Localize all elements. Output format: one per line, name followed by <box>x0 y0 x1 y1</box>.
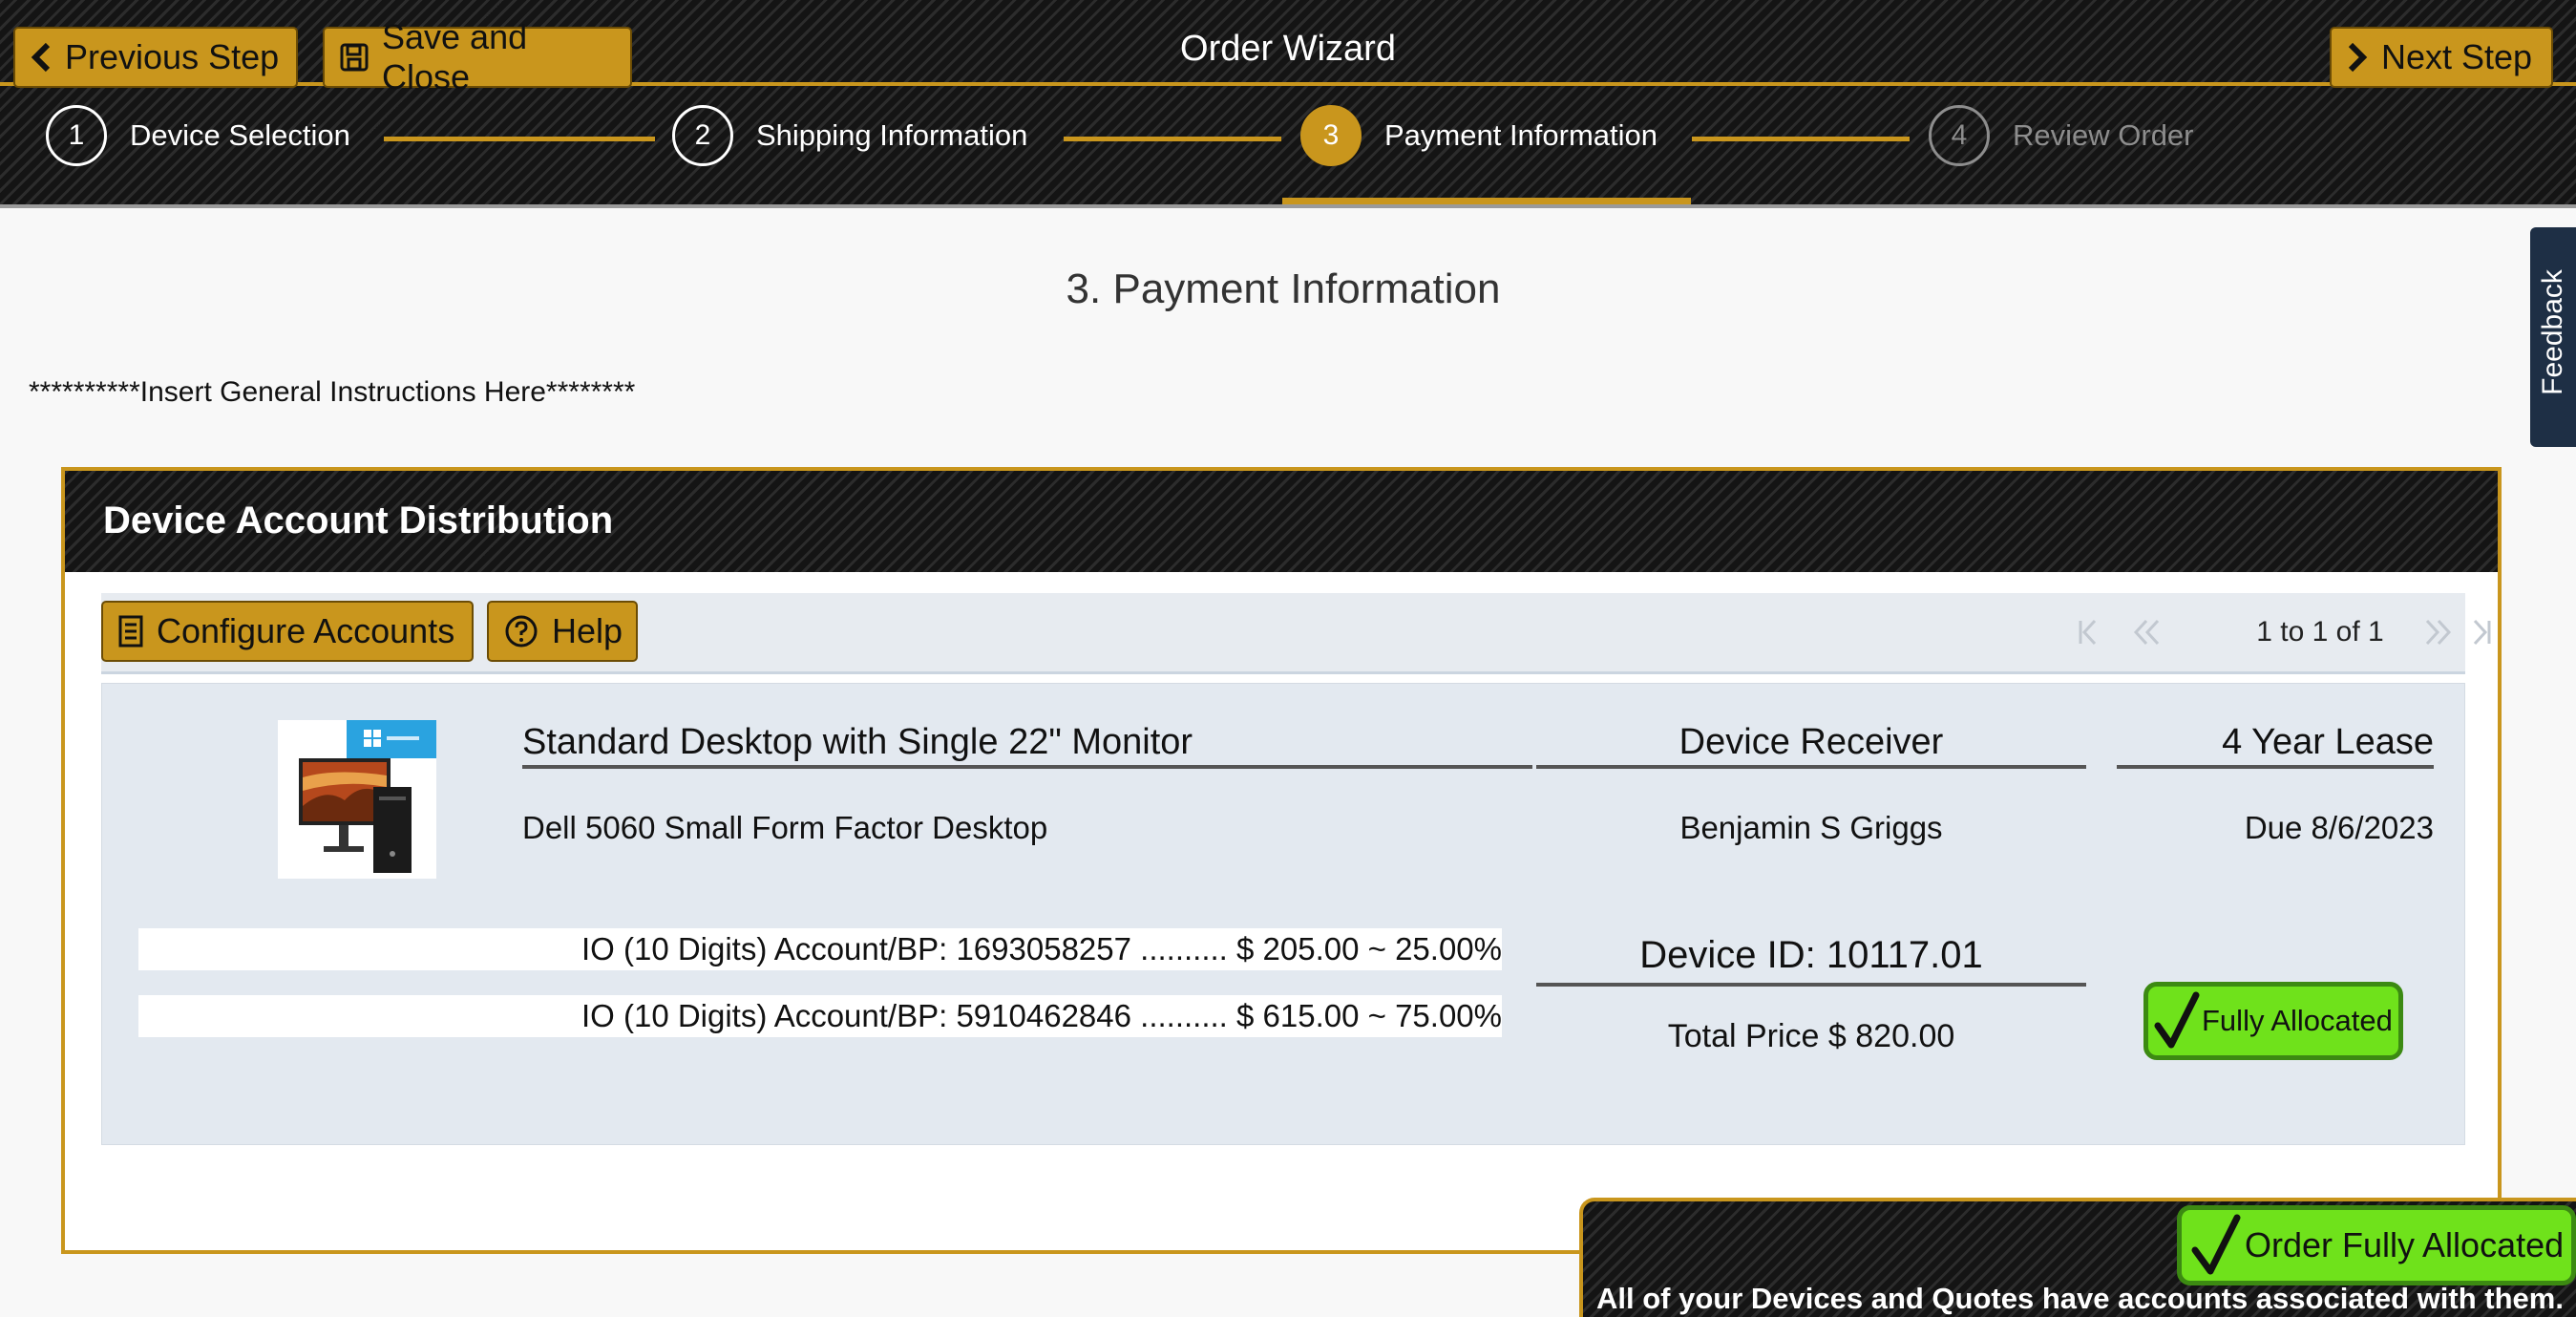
configure-accounts-button[interactable]: Configure Accounts <box>101 601 474 662</box>
step-label: Payment Information <box>1384 118 1658 152</box>
chevron-left-icon <box>31 42 51 73</box>
order-status-message: All of your Devices and Quotes have acco… <box>1596 1282 2564 1315</box>
list-icon <box>118 615 143 648</box>
previous-step-label: Previous Step <box>65 37 280 76</box>
order-fully-allocated-badge: Order Fully Allocated <box>2177 1205 2576 1285</box>
next-page-icon[interactable] <box>2421 618 2454 647</box>
step-shipping-information[interactable]: 2 Shipping Information <box>672 103 1027 168</box>
device-account-distribution-panel: Device Account Distribution Configure Ac… <box>61 467 2502 1254</box>
checkmark-icon <box>2154 991 2200 1049</box>
step-number: 2 <box>672 105 733 166</box>
step-device-selection[interactable]: 1 Device Selection <box>46 103 350 168</box>
fully-allocated-badge: Fully Allocated <box>2143 982 2403 1060</box>
general-instructions: **********Insert General Instructions He… <box>29 376 636 408</box>
device-id: Device ID: 10117.01 <box>1536 934 2086 987</box>
lease-term: 4 Year Lease <box>2117 722 2434 769</box>
order-status-label: Order Fully Allocated <box>2245 1225 2565 1264</box>
step-label: Review Order <box>2013 118 2194 152</box>
order-status-banner: Order Fully Allocated All of your Device… <box>1579 1198 2576 1317</box>
previous-page-icon[interactable] <box>2131 618 2164 647</box>
help-button[interactable]: Help <box>487 601 638 662</box>
step-connector <box>1064 137 1281 141</box>
header-bottom-border <box>0 204 2576 208</box>
first-page-icon[interactable] <box>2076 618 2101 647</box>
step-connector <box>1692 137 1910 141</box>
previous-step-button[interactable]: Previous Step <box>13 27 298 88</box>
help-label: Help <box>552 611 623 650</box>
device-title: Standard Desktop with Single 22" Monitor <box>522 722 1532 769</box>
save-and-close-button[interactable]: Save and Close <box>323 17 632 96</box>
step-number: 1 <box>46 105 107 166</box>
lease-due-date: Due 8/6/2023 <box>2244 810 2434 845</box>
account-allocation-line: IO (10 Digits) Account/BP: 1693058257 ..… <box>138 928 1502 970</box>
panel-header: Device Account Distribution <box>65 471 2498 572</box>
device-model: Dell 5060 Small Form Factor Desktop <box>522 810 1048 845</box>
save-icon <box>340 43 369 72</box>
last-page-icon[interactable] <box>2469 618 2494 647</box>
device-image <box>278 720 436 879</box>
panel-title: Device Account Distribution <box>103 499 614 542</box>
step-number: 4 <box>1929 105 1990 166</box>
save-and-close-label: Save and Close <box>382 17 528 96</box>
step-label: Shipping Information <box>756 118 1028 152</box>
wizard-header: Order Wizard Previous Step Save and Clos… <box>0 0 2576 208</box>
grid-toolbar: Configure Accounts Help 1 to 1 of 1 <box>101 593 2491 674</box>
step-payment-information[interactable]: 3 Payment Information <box>1300 103 1658 168</box>
account-allocation-line: IO (10 Digits) Account/BP: 5910462846 ..… <box>138 995 1502 1037</box>
step-number: 3 <box>1300 105 1362 166</box>
device-row: Standard Desktop with Single 22" Monitor… <box>101 683 2465 1145</box>
step-review-order: 4 Review Order <box>1929 103 2194 168</box>
pager-status: 1 to 1 of 1 <box>2256 616 2384 648</box>
feedback-tab[interactable]: Feedback <box>2530 227 2576 447</box>
checkmark-icon <box>2191 1214 2241 1275</box>
next-step-label: Next Step <box>2381 37 2533 76</box>
device-receiver-name: Benjamin S Griggs <box>1679 810 1943 845</box>
device-receiver-heading: Device Receiver <box>1536 722 2086 769</box>
allocation-status-label: Fully Allocated <box>2202 1004 2393 1037</box>
help-icon <box>505 615 538 648</box>
configure-accounts-label: Configure Accounts <box>157 611 455 650</box>
chevron-right-icon <box>2348 42 2368 73</box>
total-price: Total Price $ 820.00 <box>1667 1018 1955 1054</box>
page-title: 3. Payment Information <box>1066 266 1501 312</box>
step-connector <box>384 137 655 141</box>
next-step-button[interactable]: Next Step <box>2330 27 2553 88</box>
step-label: Device Selection <box>130 118 350 152</box>
